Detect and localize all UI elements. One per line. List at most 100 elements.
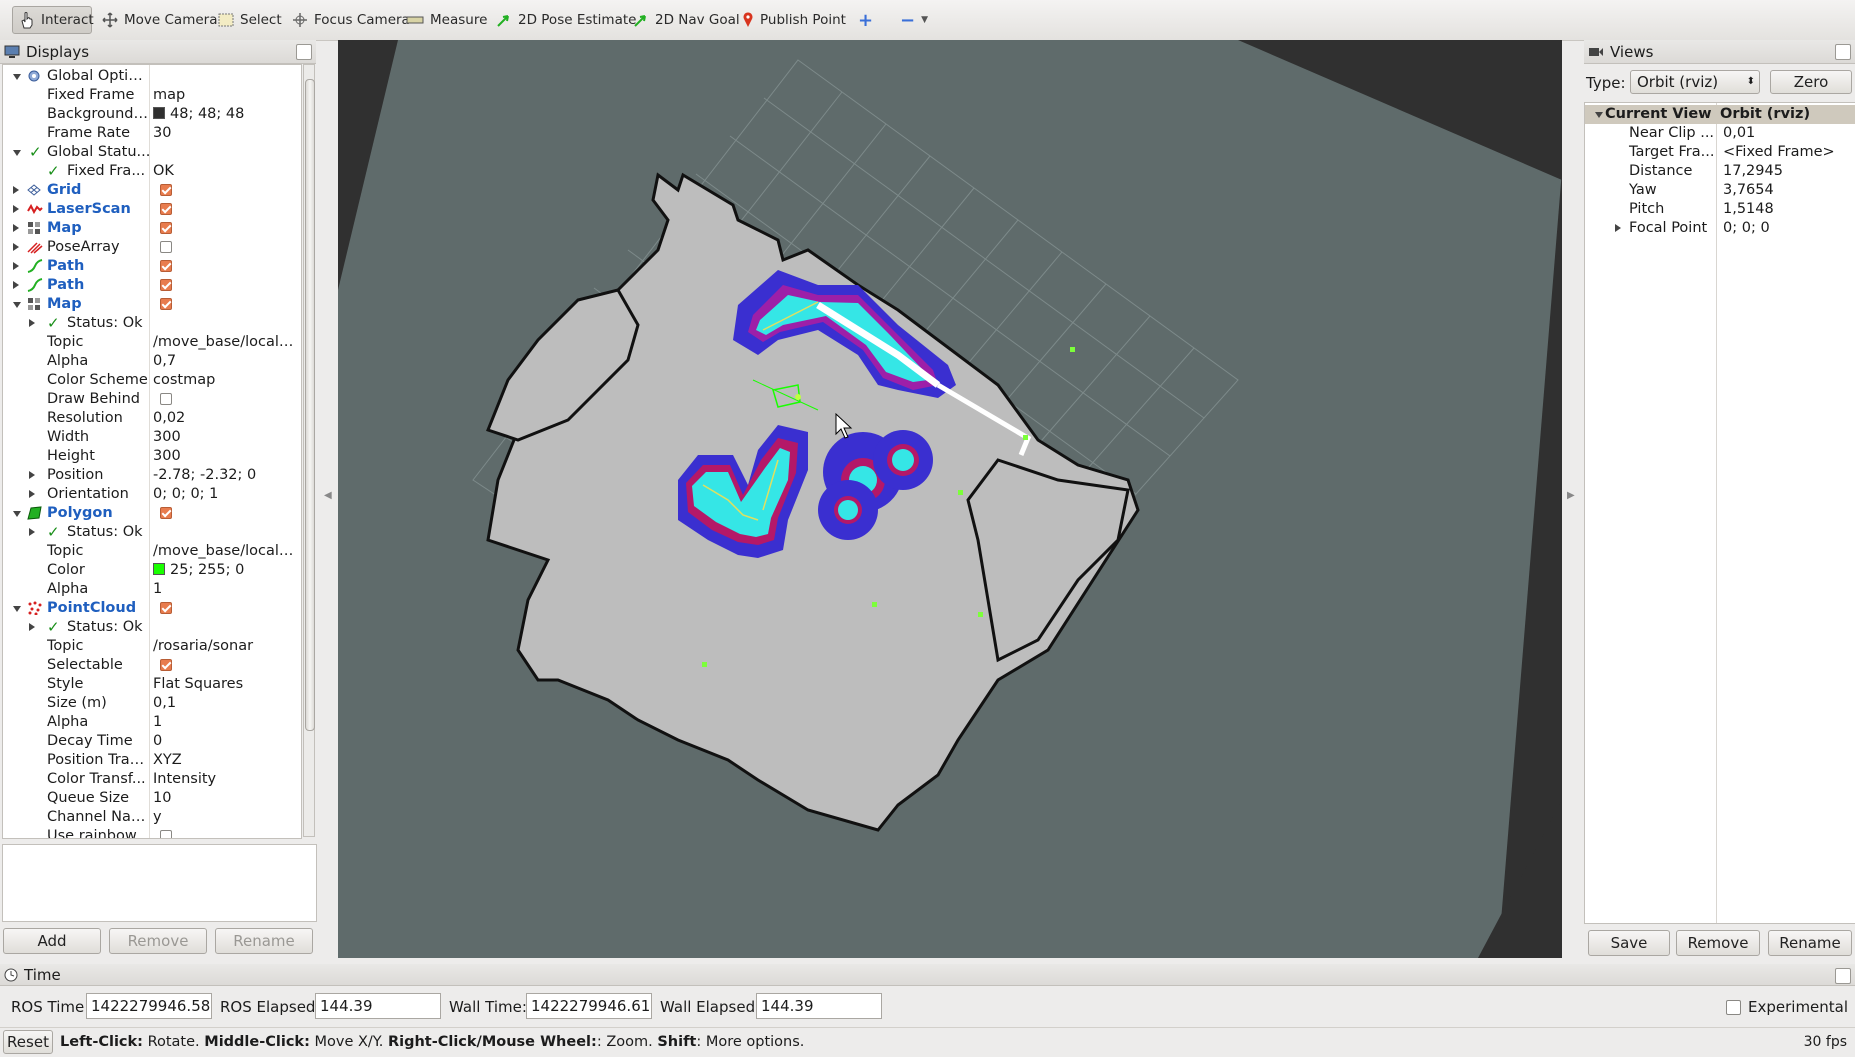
zero-view-button[interactable]: Zero bbox=[1770, 70, 1852, 94]
display-tree-row[interactable]: Global Options bbox=[3, 67, 301, 86]
view-prop-row[interactable]: Focal Point 0; 0; 0 bbox=[1585, 219, 1855, 238]
expand-arrow-icon[interactable] bbox=[13, 262, 19, 270]
display-tree-row[interactable]: Channel Name y bbox=[3, 808, 301, 827]
display-tree-row[interactable]: Frame Rate 30 bbox=[3, 124, 301, 143]
interact-tool-button[interactable]: Interact bbox=[12, 6, 94, 34]
display-tree-row[interactable]: Alpha 0,7 bbox=[3, 352, 301, 371]
display-enable-checkbox[interactable] bbox=[160, 241, 172, 253]
display-tree-row[interactable]: Topic/rosaria/sonar bbox=[3, 637, 301, 656]
time-undock-button[interactable] bbox=[1835, 968, 1851, 984]
views-undock-button[interactable] bbox=[1835, 44, 1851, 60]
display-tree-row[interactable]: Topic/move_base/local_... bbox=[3, 542, 301, 561]
right-splitter-handle[interactable]: ▶ bbox=[1567, 490, 1575, 501]
display-tree-row[interactable]: Queue Size 10 bbox=[3, 789, 301, 808]
display-enable-checkbox[interactable] bbox=[160, 507, 172, 519]
display-enable-checkbox[interactable] bbox=[160, 298, 172, 310]
display-tree-row[interactable]: Color Transf... Intensity bbox=[3, 770, 301, 789]
select-tool-button[interactable]: Select bbox=[212, 6, 288, 34]
display-enable-checkbox[interactable] bbox=[160, 222, 172, 234]
wall-time-field[interactable]: 1422279946.61 bbox=[526, 993, 652, 1019]
display-tree-row[interactable]: LaserScan bbox=[3, 200, 301, 219]
expand-arrow-icon[interactable] bbox=[13, 205, 19, 213]
displays-undock-button[interactable] bbox=[296, 44, 312, 60]
render-viewport[interactable] bbox=[338, 40, 1562, 958]
display-tree-row[interactable]: ✓ Status: Ok bbox=[3, 618, 301, 637]
scrollbar-thumb[interactable] bbox=[305, 79, 315, 731]
ros-time-field[interactable]: 1422279946.58 bbox=[86, 993, 212, 1019]
collapse-arrow-icon[interactable] bbox=[13, 150, 21, 156]
display-tree-row[interactable]: Width 300 bbox=[3, 428, 301, 447]
focus-camera-tool-button[interactable]: Focus Camera bbox=[286, 6, 416, 34]
display-enable-checkbox[interactable] bbox=[160, 203, 172, 215]
expand-arrow-icon[interactable] bbox=[29, 490, 35, 498]
wall-elapsed-field[interactable]: 144.39 bbox=[756, 993, 882, 1019]
display-tree-row[interactable]: Style Flat Squares bbox=[3, 675, 301, 694]
displays-scrollbar[interactable] bbox=[303, 64, 315, 837]
view-prop-row[interactable]: Near Clip ... 0,01 bbox=[1585, 124, 1855, 143]
display-tree-row[interactable]: Background ... 48; 48; 48 bbox=[3, 105, 301, 124]
expand-arrow-icon[interactable] bbox=[29, 319, 35, 327]
collapse-arrow-icon[interactable] bbox=[13, 302, 21, 308]
current-view-row[interactable]: Current View Orbit (rviz) bbox=[1585, 105, 1855, 124]
expand-arrow-icon[interactable] bbox=[29, 623, 35, 631]
display-tree-row[interactable]: Path bbox=[3, 257, 301, 276]
display-enable-checkbox[interactable] bbox=[160, 260, 172, 272]
display-tree-row[interactable]: ✓ Fixed Fra... OK bbox=[3, 162, 301, 181]
display-tree-row[interactable]: Map bbox=[3, 295, 301, 314]
view-prop-row[interactable]: Pitch 1,5148 bbox=[1585, 200, 1855, 219]
add-display-button[interactable]: Add bbox=[3, 928, 101, 954]
display-enable-checkbox[interactable] bbox=[160, 393, 172, 405]
collapse-arrow-icon[interactable] bbox=[13, 511, 21, 517]
display-enable-checkbox[interactable] bbox=[160, 602, 172, 614]
display-tree-row[interactable]: Orientation 0; 0; 0; 1 bbox=[3, 485, 301, 504]
expand-arrow-icon[interactable] bbox=[13, 224, 19, 232]
remove-view-button[interactable]: Remove bbox=[1676, 930, 1760, 956]
collapse-arrow-icon[interactable] bbox=[13, 606, 21, 612]
view-prop-row[interactable]: Distance 17,2945 bbox=[1585, 162, 1855, 181]
display-tree-row[interactable]: Color 25; 255; 0 bbox=[3, 561, 301, 580]
expand-arrow-icon[interactable] bbox=[13, 281, 19, 289]
display-tree-row[interactable]: Use rainbow bbox=[3, 827, 301, 838]
display-tree-row[interactable]: Fixed Frame map bbox=[3, 86, 301, 105]
ros-elapsed-field[interactable]: 144.39 bbox=[315, 993, 441, 1019]
display-tree-row[interactable]: Size (m) 0,1 bbox=[3, 694, 301, 713]
measure-tool-button[interactable]: Measure bbox=[400, 6, 493, 34]
display-tree-row[interactable]: Alpha 1 bbox=[3, 580, 301, 599]
display-tree-row[interactable]: Position Tran... XYZ bbox=[3, 751, 301, 770]
display-tree-row[interactable]: ✓ Global Statu... bbox=[3, 143, 301, 162]
left-splitter-handle[interactable]: ◀ bbox=[324, 490, 332, 501]
move-camera-tool-button[interactable]: Move Camera bbox=[96, 6, 223, 34]
experimental-checkbox[interactable] bbox=[1726, 1000, 1741, 1015]
view-prop-row[interactable]: Target Fra... <Fixed Frame> bbox=[1585, 143, 1855, 162]
pose-estimate-tool-button[interactable]: 2D Pose Estimate bbox=[490, 6, 642, 34]
expand-arrow-icon[interactable] bbox=[29, 528, 35, 536]
display-tree-row[interactable]: Grid bbox=[3, 181, 301, 200]
rename-display-button[interactable]: Rename bbox=[215, 928, 313, 954]
reset-button[interactable]: Reset bbox=[3, 1030, 53, 1054]
expand-arrow-icon[interactable] bbox=[13, 186, 19, 194]
display-tree-row[interactable]: Path bbox=[3, 276, 301, 295]
add-tool-button[interactable]: + bbox=[852, 6, 879, 34]
display-enable-checkbox[interactable] bbox=[160, 279, 172, 291]
view-type-dropdown[interactable]: Orbit (rviz) ⬍ bbox=[1630, 70, 1760, 94]
publish-point-tool-button[interactable]: Publish Point bbox=[736, 6, 852, 34]
display-enable-checkbox[interactable] bbox=[160, 830, 172, 838]
collapse-arrow-icon[interactable] bbox=[13, 74, 21, 80]
nav-goal-tool-button[interactable]: 2D Nav Goal bbox=[627, 6, 746, 34]
display-enable-checkbox[interactable] bbox=[160, 659, 172, 671]
view-prop-row[interactable]: Yaw 3,7654 bbox=[1585, 181, 1855, 200]
display-tree-row[interactable]: Alpha 1 bbox=[3, 713, 301, 732]
display-tree-row[interactable]: PointCloud bbox=[3, 599, 301, 618]
expand-arrow-icon[interactable] bbox=[29, 471, 35, 479]
remove-tool-button[interactable]: − ▼ bbox=[894, 6, 934, 34]
display-tree-row[interactable]: Height 300 bbox=[3, 447, 301, 466]
display-tree-row[interactable]: ✓ Status: Ok bbox=[3, 523, 301, 542]
display-tree-row[interactable]: Decay Time 0 bbox=[3, 732, 301, 751]
display-tree-row[interactable]: Polygon bbox=[3, 504, 301, 523]
expand-arrow-icon[interactable] bbox=[13, 243, 19, 251]
remove-display-button[interactable]: Remove bbox=[109, 928, 207, 954]
display-tree-row[interactable]: ✓ Status: Ok bbox=[3, 314, 301, 333]
save-view-button[interactable]: Save bbox=[1588, 930, 1670, 956]
display-tree-row[interactable]: Color Scheme costmap bbox=[3, 371, 301, 390]
display-tree-row[interactable]: Position -2.78; -2.32; 0 bbox=[3, 466, 301, 485]
